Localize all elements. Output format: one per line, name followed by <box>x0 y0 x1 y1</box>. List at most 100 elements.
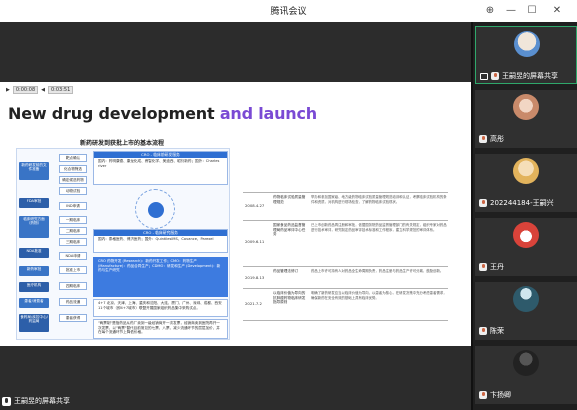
volume-icon[interactable]: ◀ <box>41 87 45 93</box>
step: 四期临床 <box>59 282 87 290</box>
title-bar: 腾讯会议 ⊕ — ☐ ✕ <box>0 0 577 22</box>
table-cell-year: 2021.7.2 <box>245 301 262 306</box>
participant-name: 高彤 <box>490 135 504 143</box>
panel-body: "两票制"是指药品从药厂卖到一级经销商开一次发票，经销商卖到医院再开一次发票，以… <box>98 321 220 335</box>
media-controls[interactable]: ▶ 0:00:08 ◀ 0:03:51 <box>6 86 74 94</box>
step: NDA申请 <box>59 252 87 260</box>
maximize-icon[interactable]: ☐ <box>523 2 541 20</box>
panel-clinical: CRO - 临床研究服务 国内：泰格医药、博济医药；国外：QuintilesIM… <box>93 229 228 253</box>
microphone-icon <box>479 199 487 207</box>
step: 批准上市 <box>59 266 87 274</box>
step: 三期临床 <box>59 238 87 246</box>
table-cell-event: 药物临床试验质量管理规范 <box>273 195 306 204</box>
left-column: 新药研发前的文件准备 FDA审批 临床研究方面（药物） NDA批准 新药审批 医… <box>19 152 49 338</box>
participant-tile[interactable]: 高彤 <box>475 90 577 148</box>
heading-accent: and launch <box>219 104 317 123</box>
step: IND申请 <box>59 202 87 210</box>
participant-label: 卞扬卿 <box>479 390 511 400</box>
table-cell-event: 国家食品药品监督管理局药品审评中心任务 <box>273 223 306 237</box>
presenter-bar[interactable]: 王嗣昱的屏幕共享 <box>0 392 200 410</box>
participant-name: 王丹 <box>490 263 504 271</box>
avatar <box>514 31 540 57</box>
participant-tile[interactable]: 王嗣昱的屏幕共享 <box>475 26 577 84</box>
table-cell-detail: 已上市创新药品再注册和审批，依据国务院药品监督管理部门的有关规定，组织专家对药品… <box>311 223 447 232</box>
panel-two-invoice: "两票制"是指药品从药厂卖到一级经销商开一次发票，经销商卖到医院再开一次发票，以… <box>93 319 228 339</box>
table-row: 2019.8.13 药品管理法修订 药品上市许可持有人对药品全生命周期负责，药品… <box>243 267 448 289</box>
panel-body: 国内：药明康德、康龙化成、睿智化学、美迪西、昭衍新药；国外：Charles ri… <box>98 159 220 168</box>
microphone-icon <box>479 327 487 335</box>
left-cell: NDA批准 <box>19 248 49 258</box>
table-row: 2021.7.2 以临床价值为导向的抗肿瘤药物临床研发指导原则 明确了新药研发应… <box>243 289 448 321</box>
close-icon[interactable]: ✕ <box>548 2 566 20</box>
screen-share-area[interactable]: ▶ 0:00:08 ◀ 0:03:51 New drug development… <box>0 22 471 410</box>
participant-label: 陈荣 <box>479 326 504 336</box>
participant-name: 202244184-王嗣兴 <box>490 199 554 207</box>
pin-icon[interactable]: ⊕ <box>481 2 499 20</box>
panel-procurement: 4+7 北京、天津、上海、重庆和沈阳、大连、厦门、广州、深圳、成都、西安11个城… <box>93 299 228 317</box>
flow-diagram: 新药研发前的文件准备 FDA审批 临床研究方面（药物） NDA批准 新药审批 医… <box>16 148 230 340</box>
participant-name: 卞扬卿 <box>490 391 511 399</box>
step: 确定候选药物 <box>59 176 87 184</box>
table-row: 2009.6.11 国家食品药品监督管理局药品审评中心任务 已上市创新药品再注册… <box>243 221 448 267</box>
avatar <box>513 158 539 184</box>
left-cell: 临床研究方面（药物） <box>19 216 49 238</box>
participant-tile[interactable]: 202244184-王嗣兴 <box>475 154 577 212</box>
avatar <box>513 222 539 248</box>
step: 药品流通 <box>59 298 87 306</box>
heading-main: New drug development <box>8 104 220 123</box>
participant-label: 高彤 <box>479 134 504 144</box>
shared-slide: ▶ 0:00:08 ◀ 0:03:51 New drug development… <box>0 82 471 346</box>
participant-tile[interactable]: 王丹 <box>475 218 577 276</box>
step-column: 靶点确认 化合物筛选 确定候选药物 动物试验 IND申请 一期临床 二期临床 三… <box>59 152 87 338</box>
avatar <box>513 350 539 376</box>
cycle-diagram <box>135 189 175 229</box>
table-cell-detail: 药品上市许可持有人对药品全生命周期负责，药品注册与药品生产许可分离，鼓励创新。 <box>311 269 444 273</box>
table-cell-detail: 明确了新药研发应当以临床价值为导向，以患者为核心，在研发决策中充分考虑患者需求，… <box>311 291 447 300</box>
microphone-icon <box>479 263 487 271</box>
panel-preclinical: CRO - 临床前研发服务 国内：药明康德、康龙化成、睿智化学、美迪西、昭衍新药… <box>93 151 228 185</box>
left-cell: 医疗机构 <box>19 282 49 292</box>
step: 靶点确认 <box>59 154 87 162</box>
panel-body: CRO 药物开发 (Research)：新药开发工作；CMO：药物生产 (Man… <box>98 259 221 273</box>
table-cell-detail: 举办和参加国家级、地方级药物临床试验质量管理规范培训和认证，考察临床试验机构的条… <box>311 195 447 204</box>
participant-name: 王嗣昱的屏幕共享 <box>502 72 558 80</box>
play-icon[interactable]: ▶ <box>6 87 10 93</box>
step: 化合物筛选 <box>59 165 87 173</box>
slide-heading: New drug development and launch <box>8 104 317 123</box>
participant-sidebar: 王嗣昱的屏幕共享 高彤 202244184-王嗣兴 王丹 陈荣 卞扬卿 <box>471 22 577 410</box>
participant-label: 202244184-王嗣兴 <box>479 198 554 208</box>
avatar <box>513 94 539 120</box>
participant-name: 陈荣 <box>490 327 504 335</box>
policy-table: 2008.4.27 药物临床试验质量管理规范 举办和参加国家级、地方级药物临床试… <box>243 192 448 342</box>
participant-tile[interactable]: 陈荣 <box>475 282 577 340</box>
minimize-icon[interactable]: — <box>502 2 520 20</box>
microphone-icon <box>2 396 11 406</box>
step: 动物试验 <box>59 187 87 195</box>
table-cell-event: 以临床价值为导向的抗肿瘤药物临床研发指导原则 <box>273 291 306 305</box>
left-cell: 患者/消费者 <box>19 298 49 308</box>
panel-body: 4+7 北京、天津、上海、重庆和沈阳、大连、厦门、广州、深圳、成都、西安11个城… <box>98 301 222 310</box>
panel-body: 国内：泰格医药、博济医药；国外：QuintilesIMS、Covance、Par… <box>98 237 214 241</box>
microphone-icon <box>479 135 487 143</box>
table-cell-event: 药品管理法修订 <box>273 269 299 273</box>
microphone-icon <box>491 72 499 80</box>
participant-label: 王丹 <box>479 262 504 272</box>
panel-cro-types: CRO 药物开发 (Research)：新药开发工作；CMO：药物生产 (Man… <box>93 257 228 297</box>
participant-tile[interactable]: 卞扬卿 <box>475 346 577 404</box>
left-cell: FDA审批 <box>19 198 49 208</box>
elapsed-time: 0:00:08 <box>12 86 39 94</box>
avatar <box>513 286 539 312</box>
left-cell: 食药局/疾控中心/药监局 <box>19 314 49 332</box>
total-time: 0:03:51 <box>48 86 74 94</box>
participant-label: 王嗣昱的屏幕共享 <box>480 71 558 81</box>
step: 患者获得 <box>59 314 87 322</box>
left-cell: 新药审批 <box>19 266 49 276</box>
microphone-icon <box>479 391 487 399</box>
screen-share-icon <box>480 72 488 80</box>
left-cell: 新药研发前的文件准备 <box>19 162 49 180</box>
presenter-label: 王嗣昱的屏幕共享 <box>14 397 70 405</box>
table-cell-year: 2009.6.11 <box>245 239 265 244</box>
flow-title: 新药研发到获批上市的基本流程 <box>80 140 165 147</box>
table-row: 2008.4.27 药物临床试验质量管理规范 举办和参加国家级、地方级药物临床试… <box>243 193 448 221</box>
table-cell-year: 2008.4.27 <box>245 203 265 208</box>
